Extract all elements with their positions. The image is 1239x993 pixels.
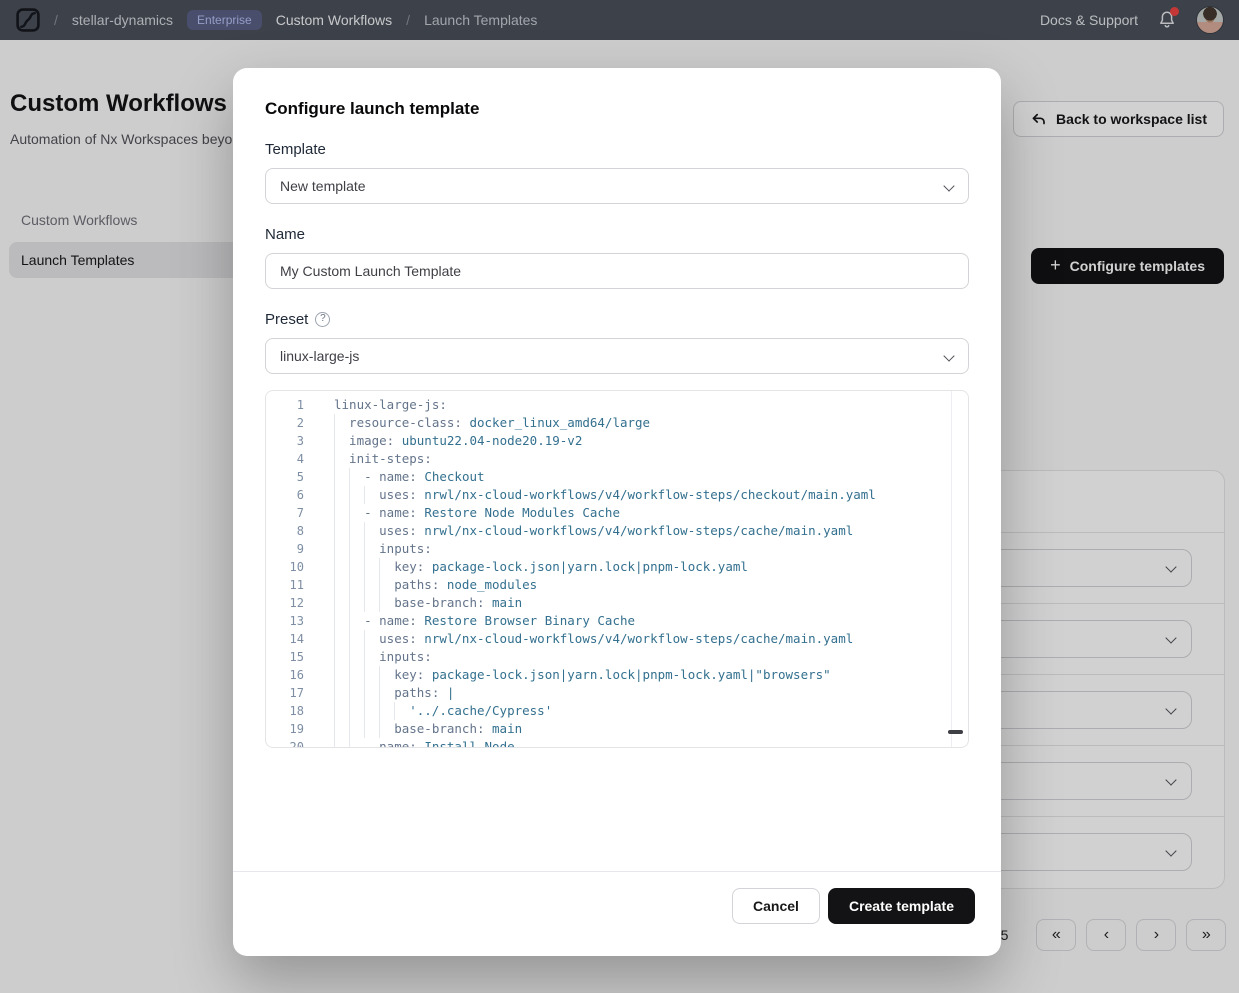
code-line: 20 - name: Install Node	[266, 738, 968, 748]
code-line: 4 init-steps:	[266, 450, 968, 468]
code-line: 12 base-branch: main	[266, 594, 968, 612]
yaml-code-editor[interactable]: 1linux-large-js:2 resource-class: docker…	[265, 390, 969, 748]
name-input-wrap	[265, 253, 969, 289]
preset-select[interactable]: linux-large-js	[265, 338, 969, 374]
code-line: 13 - name: Restore Browser Binary Cache	[266, 612, 968, 630]
code-line: 15 inputs:	[266, 648, 968, 666]
create-template-button[interactable]: Create template	[828, 888, 975, 924]
code-line: 2 resource-class: docker_linux_amd64/lar…	[266, 414, 968, 432]
template-select[interactable]: New template	[265, 168, 969, 204]
name-field-label: Name	[265, 226, 969, 243]
modal-title: Configure launch template	[265, 99, 969, 119]
code-line: 1linux-large-js:	[266, 396, 968, 414]
code-line: 18 '../.cache/Cypress'	[266, 702, 968, 720]
code-line: 16 key: package-lock.json|yarn.lock|pnpm…	[266, 666, 968, 684]
template-select-value: New template	[280, 178, 366, 194]
code-line: 17 paths: |	[266, 684, 968, 702]
code-line: 3 image: ubuntu22.04-node20.19-v2	[266, 432, 968, 450]
chevron-down-icon	[943, 180, 954, 191]
preset-field-label: Preset ?	[265, 311, 969, 328]
code-line: 5 - name: Checkout	[266, 468, 968, 486]
footer-divider	[233, 871, 1001, 872]
name-input[interactable]	[280, 254, 954, 288]
chevron-down-icon	[943, 350, 954, 361]
code-line: 10 key: package-lock.json|yarn.lock|pnpm…	[266, 558, 968, 576]
code-line: 11 paths: node_modules	[266, 576, 968, 594]
code-lines: 1linux-large-js:2 resource-class: docker…	[266, 391, 968, 748]
preset-label-text: Preset	[265, 311, 308, 328]
template-label-text: Template	[265, 141, 326, 158]
code-line: 8 uses: nrwl/nx-cloud-workflows/v4/workf…	[266, 522, 968, 540]
template-field-label: Template	[265, 141, 969, 158]
editor-scrollbar-thumb[interactable]	[948, 730, 963, 734]
code-line: 7 - name: Restore Node Modules Cache	[266, 504, 968, 522]
modal-footer: Cancel Create template	[732, 888, 975, 924]
code-line: 14 uses: nrwl/nx-cloud-workflows/v4/work…	[266, 630, 968, 648]
code-line: 9 inputs:	[266, 540, 968, 558]
help-icon[interactable]: ?	[315, 312, 330, 327]
name-label-text: Name	[265, 226, 305, 243]
code-line: 6 uses: nrwl/nx-cloud-workflows/v4/workf…	[266, 486, 968, 504]
cancel-button[interactable]: Cancel	[732, 888, 820, 924]
configure-launch-template-modal: Configure launch template Template New t…	[233, 68, 1001, 956]
code-line: 19 base-branch: main	[266, 720, 968, 738]
preset-select-value: linux-large-js	[280, 348, 359, 364]
editor-scrollbar-track	[951, 391, 952, 747]
